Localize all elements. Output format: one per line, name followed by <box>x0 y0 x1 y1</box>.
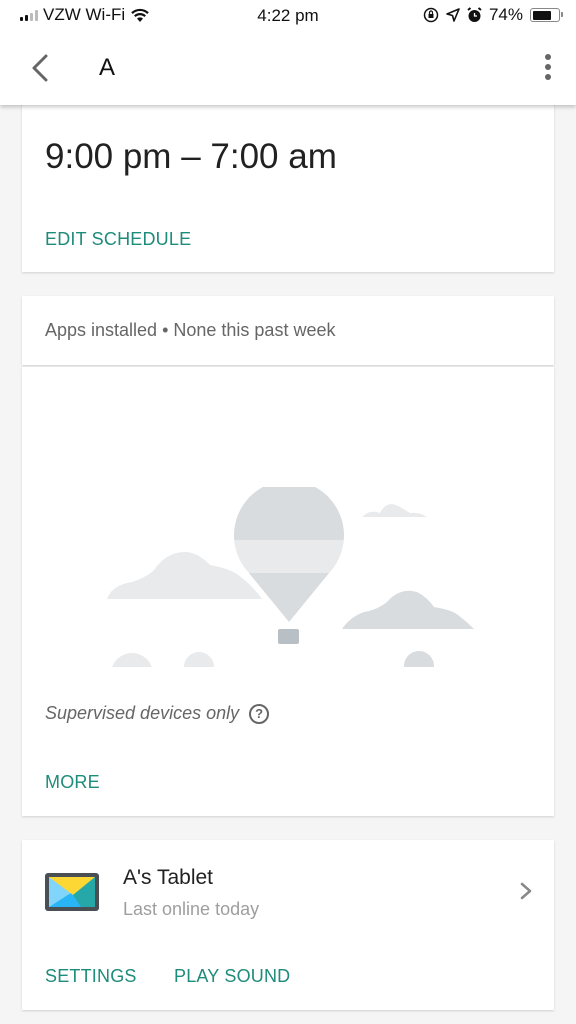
chevron-right-icon[interactable] <box>518 880 534 902</box>
more-vert-icon <box>545 54 551 60</box>
edit-schedule-button[interactable]: EDIT SCHEDULE <box>45 229 191 250</box>
more-button[interactable]: MORE <box>45 772 100 793</box>
battery-percent: 74% <box>488 5 523 24</box>
status-bar: VZW Wi-Fi 4:22 pm 74% <box>0 0 576 32</box>
tree-2 <box>184 652 214 667</box>
schedule-card: 9:00 pm – 7:00 am EDIT SCHEDULE <box>22 90 554 272</box>
tree-4 <box>404 651 434 667</box>
more-vert-dot <box>545 74 551 80</box>
page-title: A <box>99 54 116 81</box>
back-button[interactable] <box>26 51 54 85</box>
battery-icon <box>530 8 563 22</box>
balloon-basket <box>278 629 299 644</box>
more-options-button[interactable] <box>542 52 554 82</box>
alarm-icon <box>467 7 482 22</box>
play-sound-button[interactable]: PLAY SOUND <box>174 966 290 987</box>
location-icon <box>446 8 460 22</box>
tablet-icon <box>45 873 99 911</box>
chevron-left-icon <box>32 54 48 82</box>
apps-installed-header: Apps installed • None this past week <box>22 296 554 365</box>
balloon <box>234 487 344 622</box>
cloud-small <box>362 504 427 517</box>
device-card[interactable]: A's Tablet Last online today SETTINGS PL… <box>22 840 554 1010</box>
apps-installed-summary: Apps installed • None this past week <box>45 320 336 340</box>
battery-fill <box>532 10 551 20</box>
hot-air-balloon-illustration <box>107 487 474 667</box>
help-circle-icon[interactable]: ? <box>249 703 270 724</box>
device-name: A's Tablet <box>123 866 214 889</box>
more-vert-dot <box>545 64 551 70</box>
tree-1 <box>112 653 152 667</box>
cloud-left <box>107 551 262 599</box>
orientation-lock-icon <box>423 7 439 23</box>
device-status: Last online today <box>123 899 260 919</box>
app-bar: A <box>0 32 576 105</box>
supervised-note: Supervised devices only ? <box>45 703 270 724</box>
apps-installed-card: Supervised devices only ? MORE <box>22 367 554 816</box>
schedule-time-range: 9:00 pm – 7:00 am <box>45 137 337 176</box>
cloud-right <box>342 590 474 629</box>
settings-button[interactable]: SETTINGS <box>45 966 137 987</box>
supervised-note-text: Supervised devices only <box>45 703 240 723</box>
status-right: 74% <box>423 5 563 25</box>
